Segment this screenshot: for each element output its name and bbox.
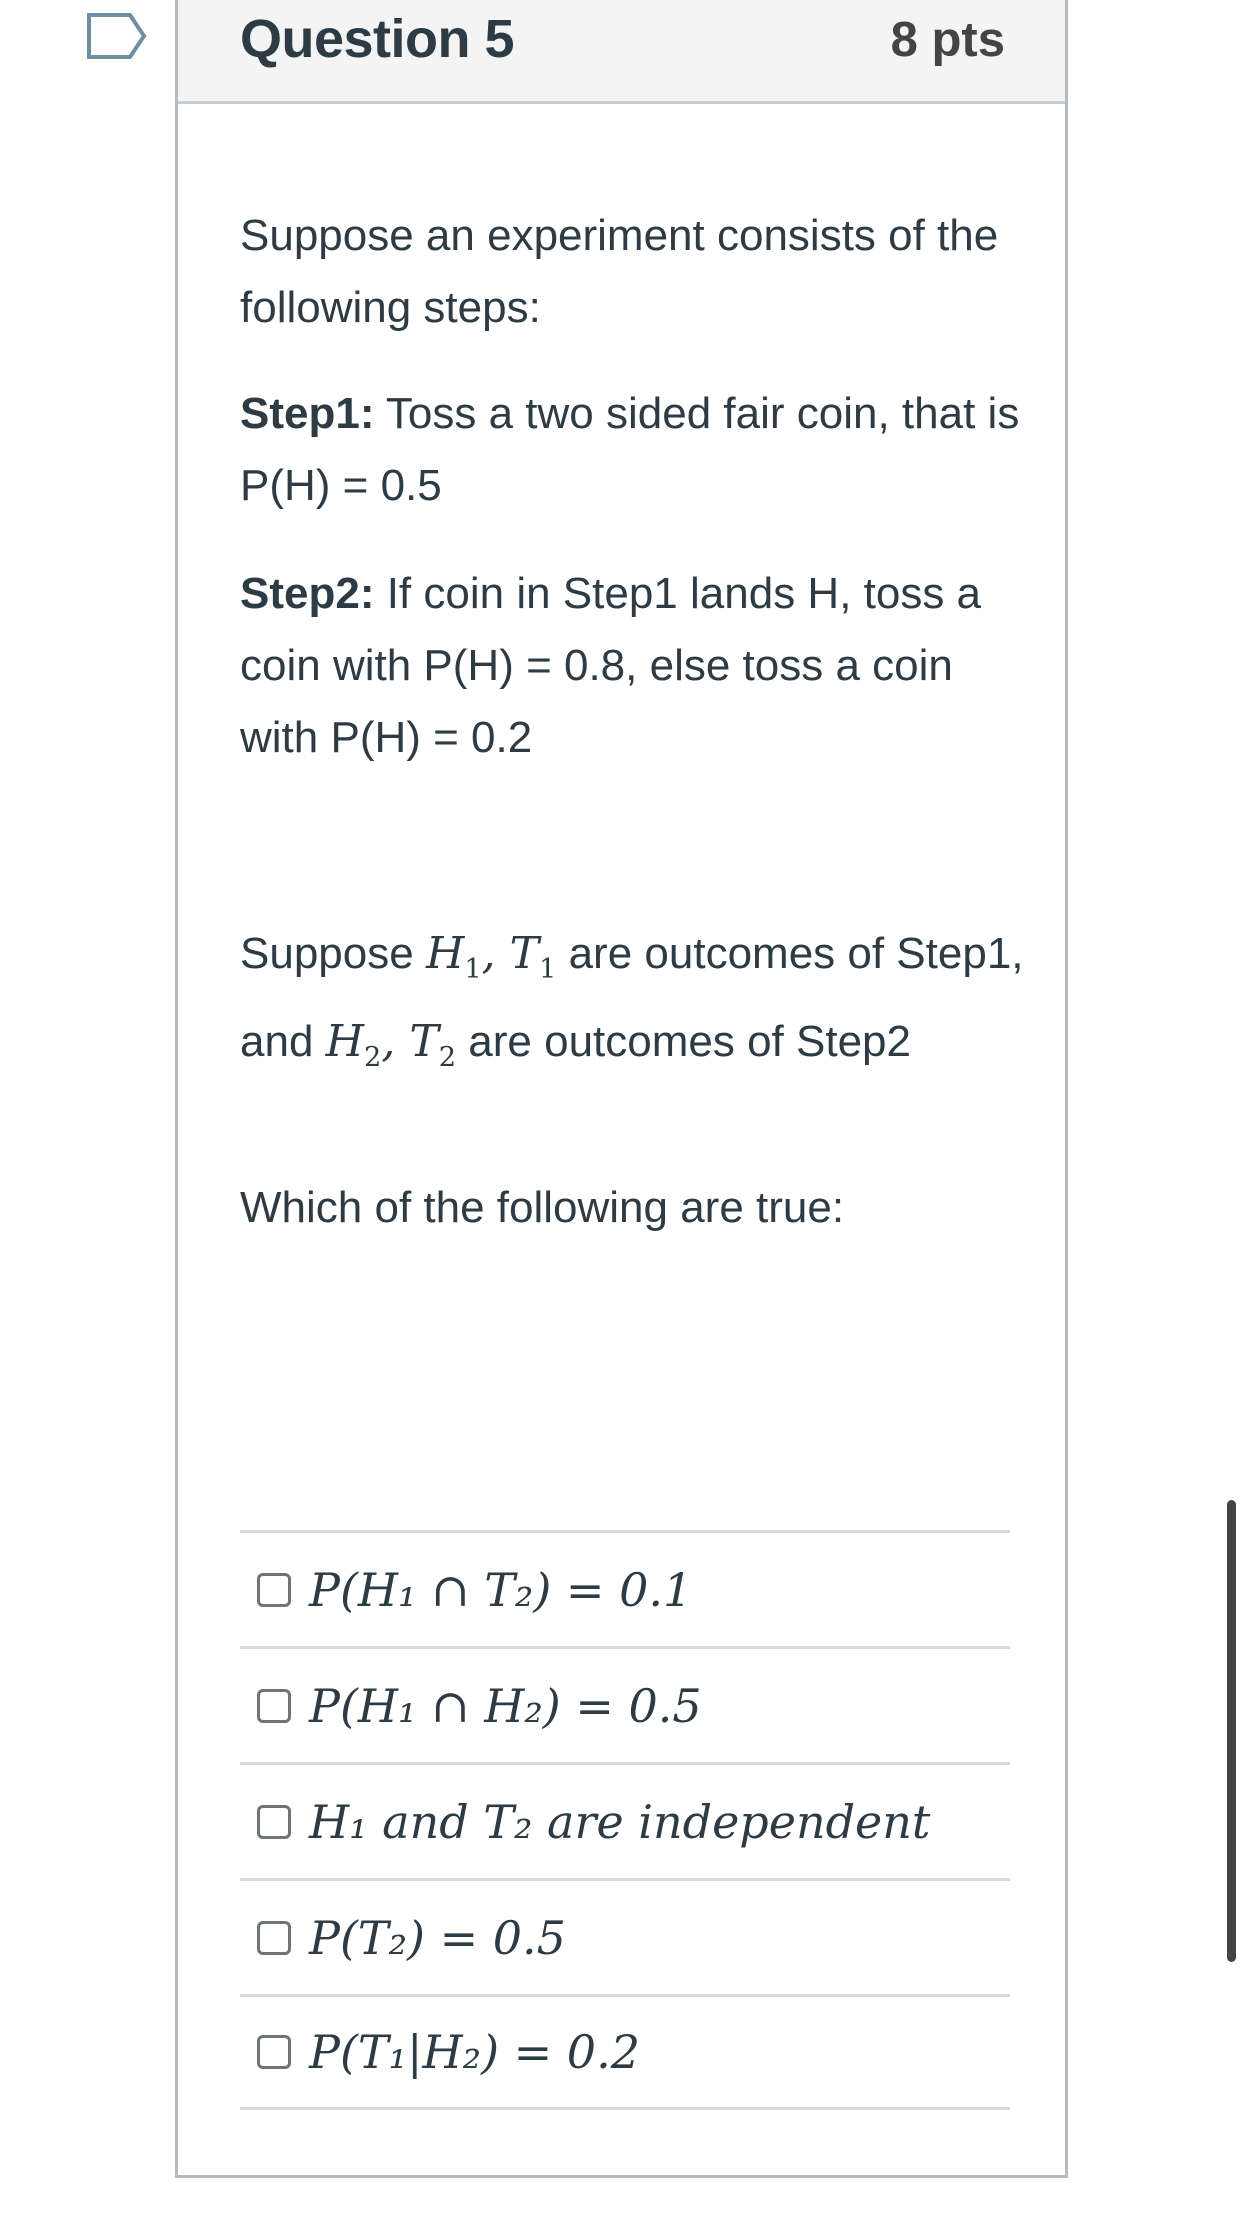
answer-option-3[interactable]: H₁ and T₂ are independent (240, 1762, 1010, 1878)
checkbox[interactable] (257, 1572, 291, 1607)
checkbox[interactable] (257, 1688, 291, 1723)
step1-text: Step1: Toss a two sided fair coin, that … (240, 378, 1030, 522)
step1-label: Step1: (240, 389, 375, 438)
outcomes-prefix: Suppose (240, 929, 426, 978)
answer-text: P(H₁ ∩ H₂) = 0.5 (309, 1678, 702, 1733)
question-points: 8 pts (890, 13, 1005, 67)
answer-option-5[interactable]: P(T₁|H₂) = 0.2 (240, 1994, 1010, 2110)
answer-text: H₁ and T₂ are independent (309, 1794, 931, 1849)
quiz-page: Question 5 8 pts Suppose an experiment c… (0, 0, 1242, 2223)
answer-text: P(T₁|H₂) = 0.2 (309, 2025, 640, 2079)
question-prompt: Which of the following are true: (240, 1183, 845, 1232)
outcomes-suffix: are outcomes of Step2 (456, 1016, 911, 1066)
answer-option-2[interactable]: P(H₁ ∩ H₂) = 0.5 (240, 1646, 1010, 1762)
question-card: Question 5 8 pts Suppose an experiment c… (175, 0, 1068, 2178)
step2-label: Step2: (240, 569, 375, 618)
answer-option-4[interactable]: P(T₂) = 0.5 (240, 1878, 1010, 1994)
answer-text: P(T₂) = 0.5 (309, 1910, 566, 1965)
step2-outcomes-math: H2, T2 (325, 1015, 457, 1073)
scrollbar[interactable] (1227, 1500, 1236, 1962)
answer-option-1[interactable]: P(H₁ ∩ T₂) = 0.1 (240, 1530, 1010, 1646)
step2-text: Step2: If coin in Step1 lands H, toss a … (240, 558, 1030, 774)
question-header: Question 5 8 pts (178, 0, 1065, 104)
question-intro: Suppose an experiment consists of the fo… (240, 211, 999, 332)
checkbox[interactable] (257, 1804, 291, 1839)
checkbox[interactable] (257, 1920, 291, 1955)
question-title: Question 5 (240, 9, 515, 69)
answer-text: P(H₁ ∩ T₂) = 0.1 (309, 1562, 693, 1617)
outcomes-text: Suppose H1, T1 are outcomes of Step1, an… (240, 918, 1030, 1094)
step1-outcomes-math: H1, T1 (425, 928, 557, 985)
flag-icon[interactable] (86, 12, 148, 60)
checkbox[interactable] (257, 2035, 291, 2069)
answer-list: P(H₁ ∩ T₂) = 0.1 P(H₁ ∩ H₂) = 0.5 H₁ and… (240, 1530, 1010, 2110)
